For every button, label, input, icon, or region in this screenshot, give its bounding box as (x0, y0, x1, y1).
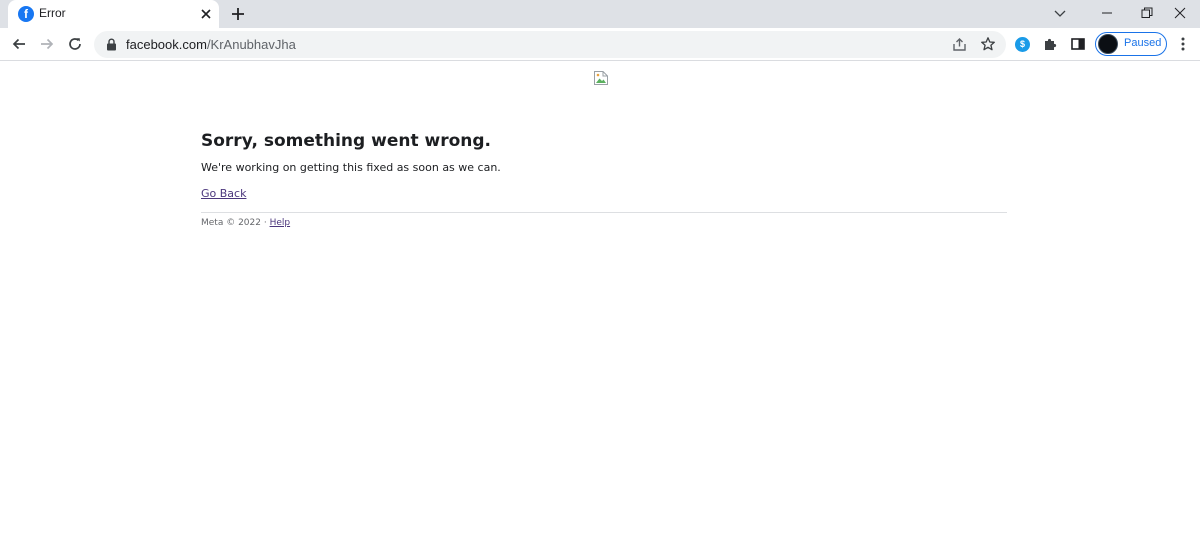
close-icon[interactable] (1160, 0, 1200, 28)
error-heading: Sorry, something went wrong. (201, 131, 491, 151)
address-bar[interactable]: facebook.com/KrAnubhavJha (94, 31, 1006, 58)
facebook-icon: f (18, 6, 34, 22)
footer: Meta © 2022 · Help (201, 218, 290, 228)
avatar (1098, 34, 1118, 54)
url-host: facebook.com (126, 37, 207, 52)
tab-close-icon[interactable] (198, 6, 214, 22)
reload-icon[interactable] (63, 32, 87, 56)
url-text[interactable]: facebook.com/KrAnubhavJha (126, 37, 296, 52)
help-link[interactable]: Help (270, 218, 291, 228)
star-icon[interactable] (980, 36, 996, 52)
new-tab-plus-icon[interactable] (228, 4, 248, 24)
back-arrow-icon[interactable] (7, 32, 31, 56)
url-path: /KrAnubhavJha (206, 37, 296, 52)
footer-copyright: Meta © 2022 · (201, 218, 270, 228)
tab-search-chevron-icon[interactable] (1040, 0, 1080, 28)
broken-image-icon (593, 70, 609, 86)
browser-tab[interactable]: f Error (8, 0, 219, 28)
footer-divider (201, 212, 1007, 213)
share-icon[interactable] (952, 37, 967, 52)
go-back-link[interactable]: Go Back (201, 187, 246, 200)
lock-icon (107, 38, 116, 51)
forward-arrow-icon[interactable] (35, 32, 59, 56)
tab-strip: f Error (0, 0, 1200, 28)
profile-status-label: Paused (1124, 37, 1162, 49)
extension-icon[interactable]: $ (1015, 37, 1030, 52)
kebab-menu-icon[interactable] (1171, 32, 1195, 56)
extensions-puzzle-icon[interactable] (1038, 32, 1062, 56)
error-message: We're working on getting this fixed as s… (201, 161, 501, 174)
tab-title: Error (39, 6, 66, 20)
side-panel-icon[interactable] (1066, 32, 1090, 56)
profile-button[interactable]: Paused (1095, 32, 1167, 56)
minimize-icon[interactable] (1087, 0, 1127, 28)
